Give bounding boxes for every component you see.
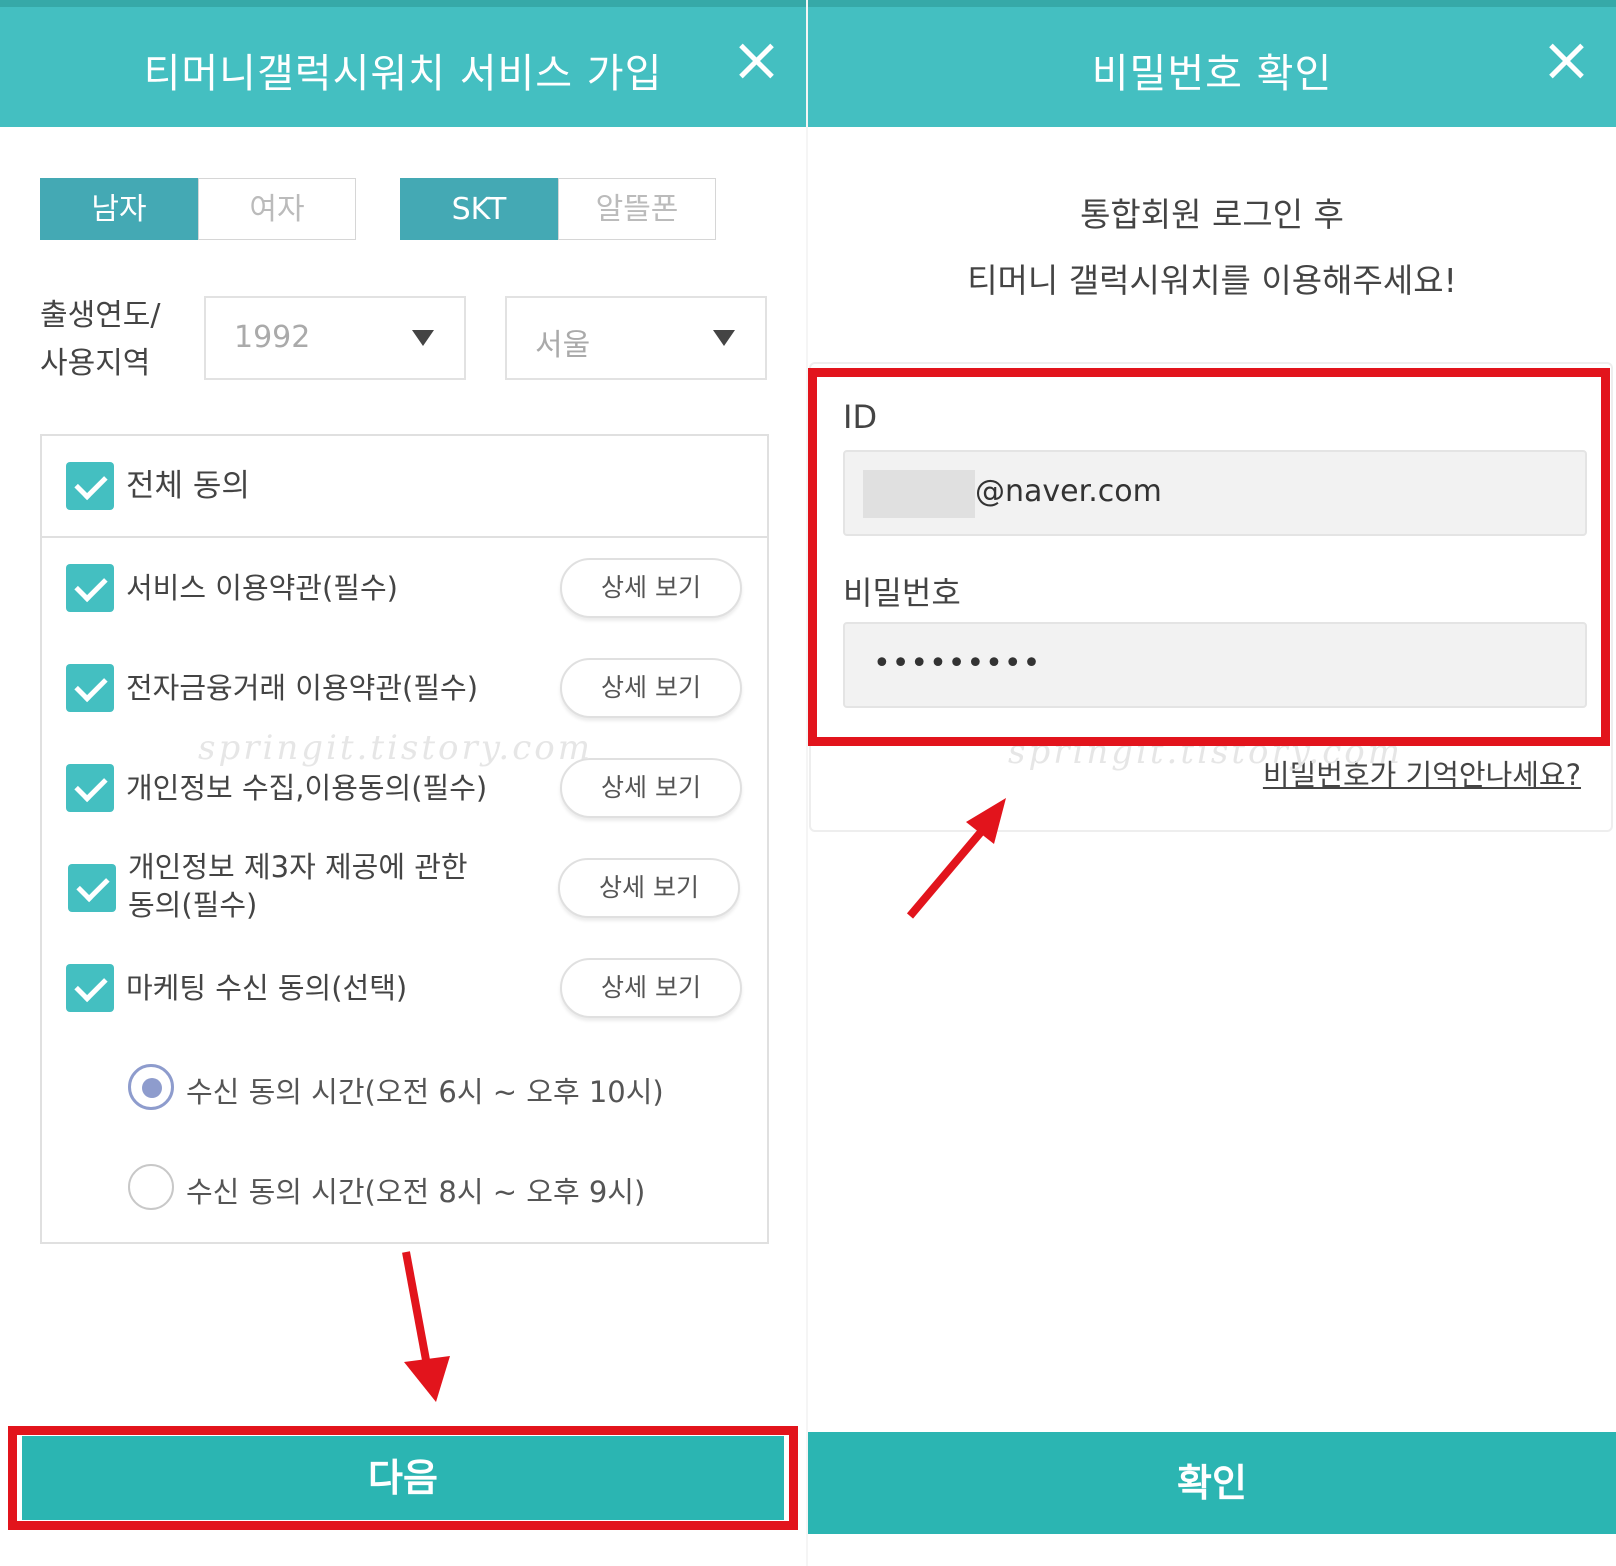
annotation-arrows [402, 798, 1006, 1402]
down-arrow [402, 1251, 450, 1402]
up-arrow [906, 798, 1006, 919]
